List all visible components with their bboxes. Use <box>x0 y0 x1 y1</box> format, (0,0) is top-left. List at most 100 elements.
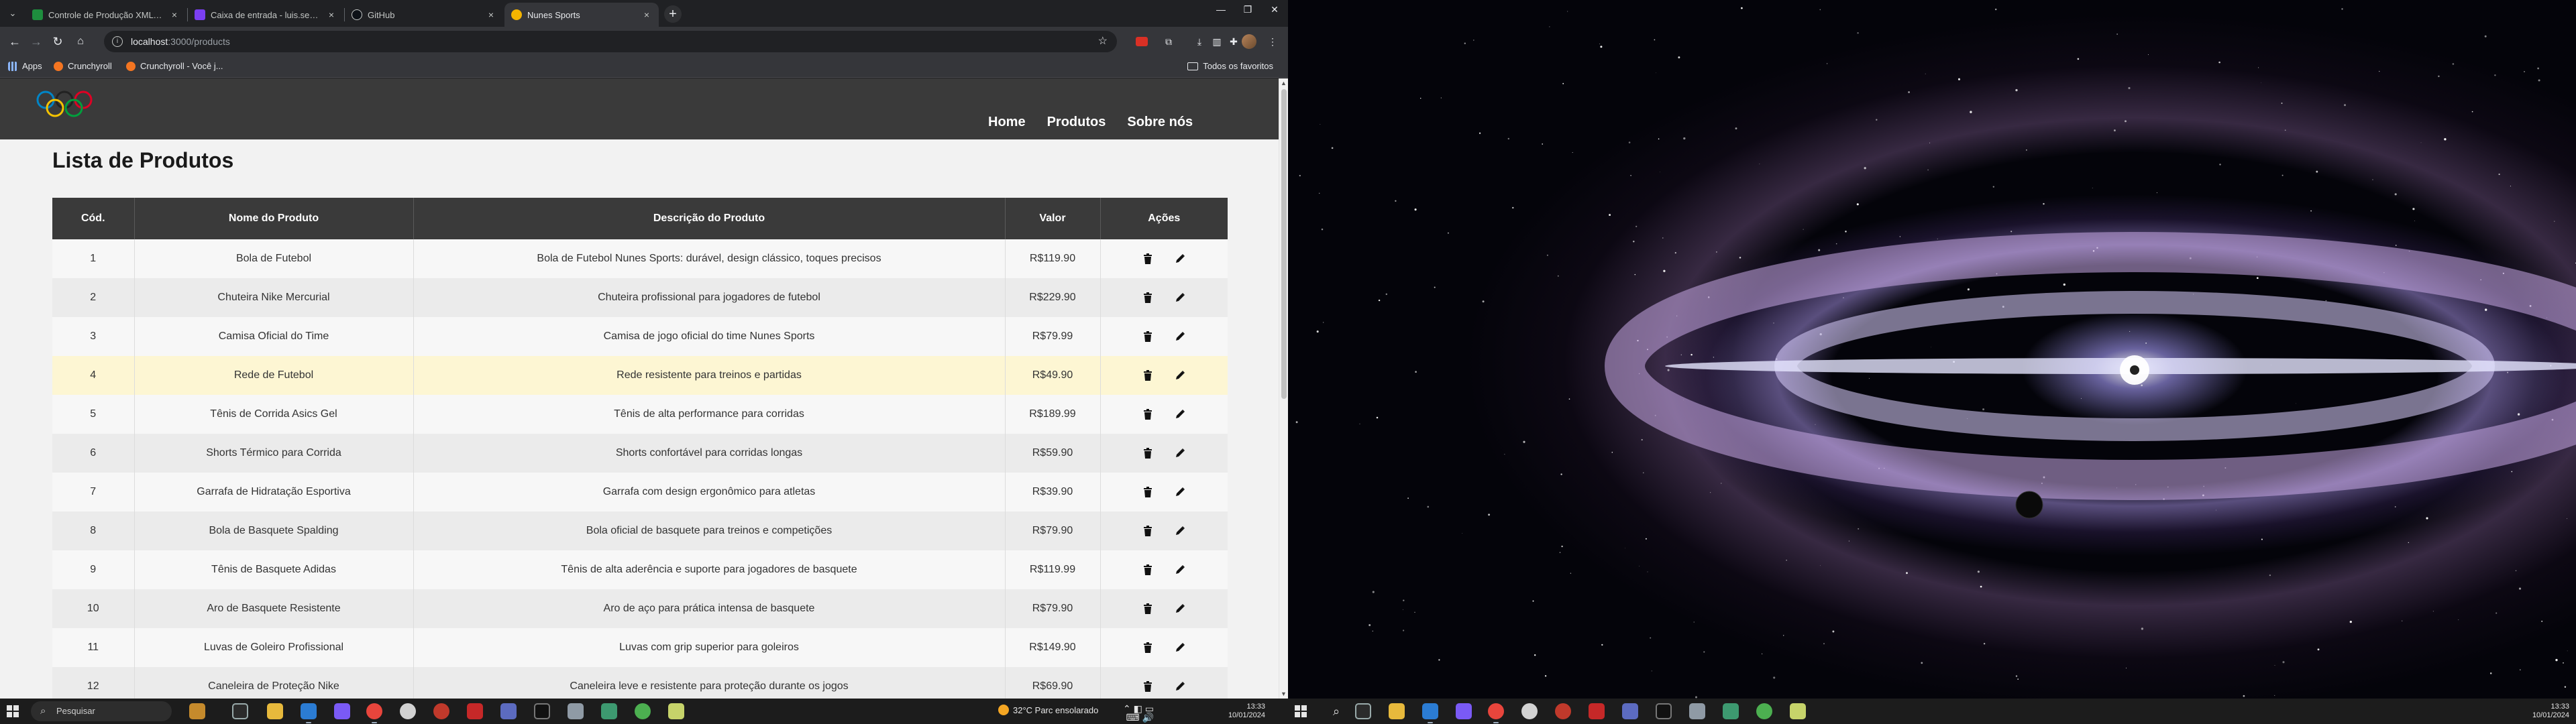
extensions-icon[interactable]: ⧉ <box>1161 35 1176 48</box>
back-button[interactable]: ← <box>7 34 23 50</box>
bookmark-star-icon[interactable]: ☆ <box>1098 31 1108 52</box>
discord-icon[interactable] <box>334 703 350 719</box>
close-icon[interactable]: × <box>641 9 652 20</box>
vscode-icon[interactable] <box>301 703 317 723</box>
terminal-icon[interactable] <box>534 703 550 719</box>
app-red-icon[interactable] <box>1589 703 1605 719</box>
puzzle-icon[interactable]: ✚ <box>1226 35 1241 48</box>
delete-trash-icon[interactable] <box>1141 330 1155 343</box>
scroll-down-icon[interactable]: ▼ <box>1281 690 1287 697</box>
reload-button[interactable]: ↻ <box>50 34 66 50</box>
nav-home[interactable]: Home <box>988 115 1026 130</box>
delete-trash-icon[interactable] <box>1141 680 1155 693</box>
file-explorer-icon[interactable] <box>1389 703 1405 719</box>
delete-trash-icon[interactable] <box>1141 252 1155 265</box>
edit-pencil-icon[interactable] <box>1173 563 1187 577</box>
minimize-button[interactable]: — <box>1208 4 1234 15</box>
edit-pencil-icon[interactable] <box>1173 680 1187 693</box>
tab-search-icon[interactable]: ⌄ <box>5 6 20 21</box>
home-button[interactable]: ⌂ <box>72 34 89 50</box>
file-explorer-icon[interactable] <box>267 703 283 719</box>
app-purple-icon[interactable] <box>500 703 517 719</box>
chrome-profile-icon[interactable] <box>400 703 416 719</box>
all-bookmarks[interactable]: Todos os favoritos <box>1187 61 1273 71</box>
terminal-icon[interactable] <box>1656 703 1672 719</box>
delete-trash-icon[interactable] <box>1141 369 1155 382</box>
scrollbar-thumb[interactable] <box>1281 89 1287 399</box>
discord-icon[interactable] <box>1456 703 1472 719</box>
site-info-icon[interactable]: i <box>112 36 123 47</box>
opera-icon[interactable] <box>433 703 449 719</box>
forward-button[interactable]: → <box>28 34 44 50</box>
app-lime-icon[interactable] <box>1790 703 1806 719</box>
app-gray-icon[interactable] <box>568 703 584 719</box>
edit-pencil-icon[interactable] <box>1173 330 1187 343</box>
bookmark-apps[interactable]: Apps <box>8 61 42 71</box>
chrome-profile-icon[interactable] <box>1521 703 1538 719</box>
app-green-icon[interactable] <box>1723 703 1739 719</box>
chrome-icon[interactable] <box>1488 703 1504 723</box>
opera-icon[interactable] <box>1555 703 1571 719</box>
search-icon[interactable]: ⌕ <box>1328 703 1344 719</box>
edit-pencil-icon[interactable] <box>1173 485 1187 499</box>
close-icon[interactable]: × <box>326 9 337 20</box>
edit-pencil-icon[interactable] <box>1173 291 1187 304</box>
app-purple-icon[interactable] <box>1622 703 1638 719</box>
vscode-icon[interactable] <box>1422 703 1438 723</box>
task-view-icon[interactable] <box>232 703 248 719</box>
task-view-icon[interactable] <box>1355 703 1371 719</box>
new-tab-button[interactable]: + <box>664 5 682 23</box>
delete-trash-icon[interactable] <box>1141 446 1155 460</box>
windows-start-icon[interactable] <box>7 705 19 717</box>
edit-pencil-icon[interactable] <box>1173 641 1187 654</box>
bookmark-crunchyroll-2[interactable]: Crunchyroll - Você j... <box>126 61 223 71</box>
page-scrollbar[interactable]: ▲ ▼ <box>1279 78 1288 699</box>
delete-trash-icon[interactable] <box>1141 602 1155 615</box>
address-bar[interactable]: i localhost:3000/products ☆ <box>104 31 1117 52</box>
profile-avatar[interactable] <box>1242 34 1256 49</box>
side-panel-icon[interactable]: ▥ <box>1210 35 1224 48</box>
widget-app-icon[interactable] <box>189 703 205 719</box>
delete-trash-icon[interactable] <box>1141 524 1155 538</box>
close-icon[interactable]: × <box>169 9 180 20</box>
tray-icons[interactable]: ⌃ ◧ ▭ ⌨ 🔊 <box>1114 704 1154 722</box>
edit-pencil-icon[interactable] <box>1173 252 1187 265</box>
edit-pencil-icon[interactable] <box>1173 446 1187 460</box>
delete-trash-icon[interactable] <box>1141 563 1155 577</box>
extension-badge-icon[interactable] <box>1136 37 1148 46</box>
delete-trash-icon[interactable] <box>1141 485 1155 499</box>
maximize-button[interactable]: ❐ <box>1234 4 1261 15</box>
delete-trash-icon[interactable] <box>1141 641 1155 654</box>
edit-pencil-icon[interactable] <box>1173 408 1187 421</box>
edit-pencil-icon[interactable] <box>1173 602 1187 615</box>
close-icon[interactable]: × <box>486 9 496 20</box>
bookmark-crunchyroll[interactable]: Crunchyroll <box>54 61 112 71</box>
spotify-icon[interactable] <box>1756 703 1772 719</box>
clock[interactable]: 13:33 10/01/2024 <box>1198 703 1265 720</box>
delete-trash-icon[interactable] <box>1141 408 1155 421</box>
tab-nunes-sports[interactable]: Nunes Sports × <box>504 3 659 27</box>
delete-trash-icon[interactable] <box>1141 291 1155 304</box>
spotify-icon[interactable] <box>635 703 651 719</box>
windows-start-icon[interactable] <box>1295 705 1307 717</box>
edit-pencil-icon[interactable] <box>1173 369 1187 382</box>
close-window-button[interactable]: ✕ <box>1261 4 1288 15</box>
edit-pencil-icon[interactable] <box>1173 524 1187 538</box>
app-lime-icon[interactable] <box>668 703 684 719</box>
chrome-icon[interactable] <box>366 703 382 723</box>
nav-produtos[interactable]: Produtos <box>1047 115 1106 130</box>
scroll-up-icon[interactable]: ▲ <box>1281 80 1287 86</box>
olympic-rings-logo[interactable] <box>34 88 98 120</box>
tab-caixa-entrada[interactable]: Caixa de entrada - luis.secundo × <box>188 3 343 27</box>
weather-widget[interactable]: 32°C Parc ensolarado <box>998 705 1098 715</box>
clock[interactable]: 13:33 10/01/2024 <box>2496 703 2569 720</box>
app-green-icon[interactable] <box>601 703 617 719</box>
app-red-icon[interactable] <box>467 703 483 719</box>
app-gray-icon[interactable] <box>1689 703 1705 719</box>
tab-controle-producao[interactable]: Controle de Produção XML - G × <box>25 3 186 27</box>
nav-sobre-nos[interactable]: Sobre nós <box>1127 115 1193 130</box>
download-icon[interactable]: ⤓ <box>1192 35 1207 48</box>
tab-github[interactable]: GitHub × <box>345 3 503 27</box>
taskbar-search[interactable]: ⌕ Pesquisar <box>31 701 172 721</box>
menu-kebab-icon[interactable]: ⋮ <box>1265 35 1280 48</box>
